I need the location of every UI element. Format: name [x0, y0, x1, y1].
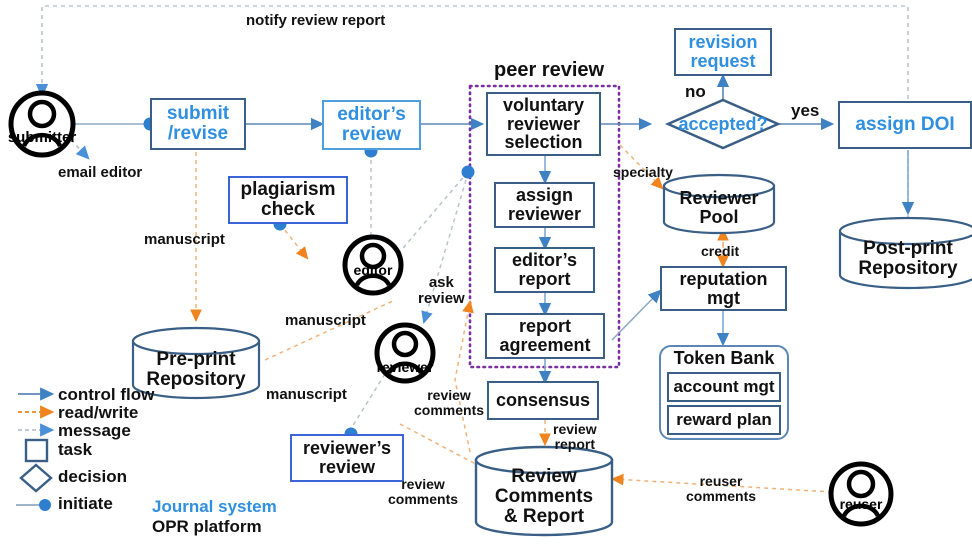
edge-reviewer-to-reviewersreview — [351, 373, 386, 428]
edge-editor-to-voluntary-initiate — [397, 172, 468, 255]
edge-reviewersreview-to-reviewdb — [399, 423, 489, 471]
actor-label-reuser: reuser — [839, 496, 883, 512]
label-ask-review: ask review — [418, 274, 465, 307]
legend-glyph-task — [24, 438, 49, 463]
node-reviewers-review[interactable]: reviewer’s review — [290, 434, 404, 482]
node-postprint-repository-label[interactable]: Post-print Repository — [840, 230, 972, 288]
diagram-canvas: submit/revise editor’s review plagiarism c… — [0, 0, 972, 546]
label-review-comments-1: review comments — [414, 387, 485, 418]
actor-label-submitter: submitter — [7, 129, 77, 146]
legend-glyph-decision — [19, 463, 53, 493]
legend-item-decision: decision — [58, 467, 127, 486]
node-editors-report[interactable]: editor’s report — [494, 247, 595, 293]
node-voluntary-reviewer-selection[interactable]: voluntary reviewer selection — [486, 92, 601, 156]
node-assign-doi[interactable]: assign DOI — [838, 101, 972, 149]
edge-reviewdb-to-editors-report — [454, 299, 474, 453]
legend-item-initiate: initiate — [58, 494, 113, 513]
label-notify-review-report: notify review report — [246, 12, 386, 29]
legend-item-message: message — [58, 421, 131, 440]
node-reputation-mgt[interactable]: reputation mgt — [660, 266, 787, 311]
node-token-bank-title: Token Bank — [673, 347, 775, 368]
label-manuscript-1: manuscript — [144, 231, 225, 248]
initiate-dot-voluntary — [461, 165, 475, 179]
label-yes: yes — [791, 101, 820, 120]
label-manuscript-2: manuscript — [285, 312, 366, 329]
node-assign-reviewer[interactable]: assign reviewer — [494, 182, 595, 228]
node-plagiarism-check[interactable]: plagiarism check — [228, 176, 348, 224]
edge-preprint-to-reviewer — [264, 299, 396, 361]
legend-item-read-write: read/write — [58, 403, 139, 422]
node-accepted-decision-label[interactable]: accepted? — [668, 112, 778, 136]
label-specialty: specialty — [613, 164, 673, 180]
edge-agreement-to-reputation — [611, 289, 662, 341]
edge-plagiarism-to-editor — [279, 223, 309, 260]
label-no: no — [685, 82, 706, 101]
label-review-report: review report — [553, 421, 597, 452]
legend-glyph-initiate-dot — [39, 499, 51, 511]
node-reviewer-pool-label[interactable]: Reviewer Pool — [664, 182, 774, 234]
actor-label-editor: editor — [353, 262, 393, 278]
legend-item-control-flow: control flow — [58, 385, 155, 404]
avatar-reuser — [828, 461, 894, 527]
node-review-comments-report-label[interactable]: Review Comments & Report — [476, 458, 612, 536]
node-report-agreement[interactable]: report agreement — [485, 313, 605, 359]
node-reward-plan[interactable]: reward plan — [667, 405, 781, 435]
label-manuscript-3: manuscript — [266, 386, 347, 403]
legend-journal-system: Journal system — [152, 497, 277, 516]
label-review-comments-2: review comments — [388, 476, 459, 507]
legend-opr-platform: OPR platform — [152, 517, 262, 536]
node-consensus[interactable]: consensus — [487, 381, 599, 420]
label-email-editor: email editor — [58, 164, 143, 181]
legend-item-task: task — [58, 440, 93, 459]
node-revision-request[interactable]: revision request — [674, 28, 772, 76]
label-peer-review: peer review — [494, 59, 605, 81]
label-credit: credit — [701, 243, 740, 259]
node-editors-review[interactable]: editor’s review — [322, 100, 421, 150]
actor-label-reviewer: reviewer — [376, 359, 434, 375]
node-account-mgt[interactable]: account mgt — [667, 372, 781, 402]
node-submit-revise[interactable]: submit/revise — [150, 98, 246, 150]
label-reuser-comments: reuser comments — [686, 473, 757, 504]
